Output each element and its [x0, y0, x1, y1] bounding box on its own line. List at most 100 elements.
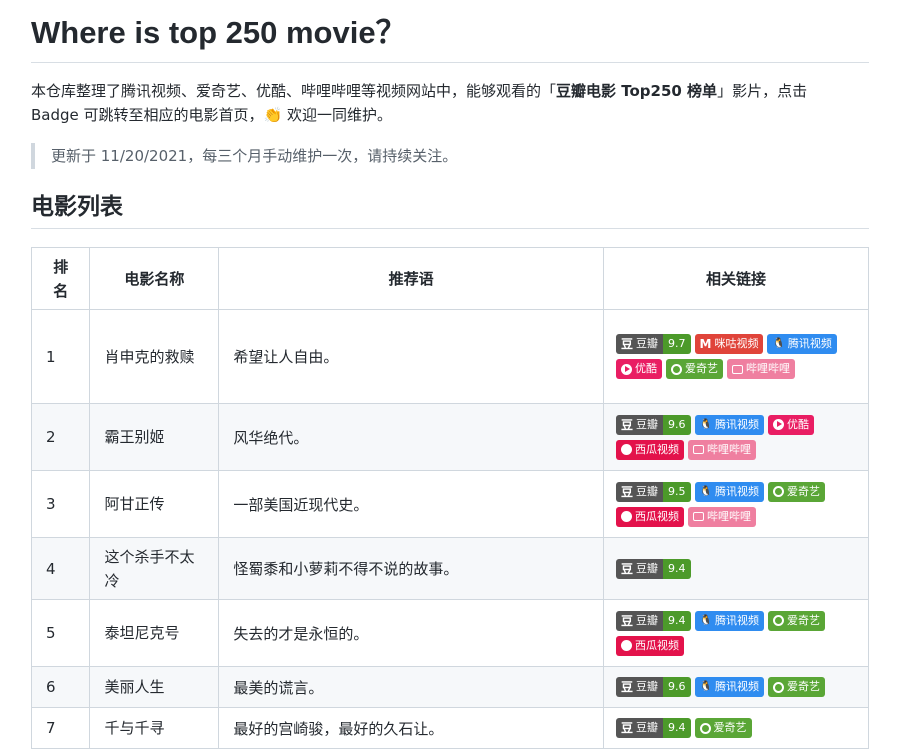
badge-text: 豆瓣: [636, 561, 658, 575]
cell-links: 豆豆瓣 9.7 M 咪咕视频 🐧 腾讯视频优酷 爱奇艺 哔哩哔哩: [602, 309, 870, 404]
tencent-badge-link[interactable]: 🐧 腾讯视频: [694, 481, 764, 502]
douban-badge-link[interactable]: 豆豆瓣 9.4: [615, 558, 691, 579]
iqiyi-badge-link[interactable]: 爱奇艺: [767, 677, 825, 697]
cell-links: 豆豆瓣 9.4 🐧 腾讯视频 爱奇艺西瓜视频: [602, 599, 870, 667]
cell-movie-name: 泰坦尼克号: [89, 599, 220, 667]
cell-recommendation: 最美的谎言。: [218, 666, 604, 708]
badge-text: 腾讯视频: [787, 337, 832, 350]
badge-label: 🐧 腾讯视频: [767, 334, 837, 354]
cell-links: 豆豆瓣 9.6 🐧 腾讯视频 爱奇艺: [602, 666, 870, 708]
badge-text: 爱奇艺: [684, 362, 718, 375]
badge-list: 豆豆瓣 9.4 🐧 腾讯视频 爱奇艺西瓜视频: [615, 610, 856, 656]
cell-movie-name: 这个杀手不太冷: [89, 537, 220, 600]
badge-label: 爱奇艺: [694, 718, 752, 738]
cell-links: 豆豆瓣 9.5 🐧 腾讯视频 爱奇艺 西瓜视频 哔哩哔哩: [602, 470, 870, 538]
badge-text: 优酷: [786, 417, 809, 431]
douban-score: 9.6: [663, 677, 691, 697]
badge-list: 豆豆瓣 9.6 🐧 腾讯视频 优酷西瓜视频 哔哩哔哩: [615, 414, 856, 460]
cell-movie-name: 阿甘正传: [89, 470, 220, 538]
header-rank-label: 排名: [53, 257, 69, 300]
badge-text: 腾讯视频: [714, 680, 759, 693]
watermelon-icon: [620, 511, 632, 522]
dou-glyph-icon: 豆: [620, 337, 633, 351]
bilibili-badge-link[interactable]: 哔哩哔哩: [687, 506, 756, 527]
badge-text: 豆瓣: [636, 680, 658, 693]
cell-recommendation: 一部美国近现代史。: [218, 470, 604, 538]
dou-glyph-icon: 豆: [620, 613, 633, 628]
badge-label: 哔哩哔哩: [687, 439, 756, 460]
badge-label: 豆豆瓣: [615, 610, 663, 631]
iqiyi-badge-link[interactable]: 爱奇艺: [665, 359, 723, 379]
badge-label: 🐧 腾讯视频: [694, 481, 764, 502]
badge-label: 西瓜视频: [615, 439, 684, 460]
tv-icon: [731, 364, 743, 374]
badge-text: 优酷: [634, 362, 657, 375]
xigua-badge-link[interactable]: 西瓜视频: [615, 635, 684, 656]
badge-label: 爱奇艺: [767, 610, 825, 631]
bilibili-badge-link[interactable]: 哔哩哔哩: [726, 359, 795, 379]
badge-text: 爱奇艺: [713, 721, 747, 734]
tencent-badge-link[interactable]: 🐧 腾讯视频: [694, 610, 764, 631]
badge-text: 咪咕视频: [714, 337, 759, 350]
badge-label: 豆豆瓣: [615, 414, 663, 435]
intro-text-4: 欢迎一同维护。: [282, 106, 392, 124]
tencent-badge-link[interactable]: 🐧 腾讯视频: [767, 334, 837, 354]
cell-links: 豆豆瓣 9.4 爱奇艺: [602, 707, 870, 749]
cell-rank: 5: [30, 599, 91, 667]
douban-badge-link[interactable]: 豆豆瓣 9.6: [615, 414, 691, 435]
tencent-badge-link[interactable]: 🐧 腾讯视频: [694, 677, 764, 697]
play-circle-icon: [620, 363, 632, 375]
douban-badge-link[interactable]: 豆豆瓣 9.6: [615, 677, 691, 697]
dou-glyph-icon: 豆: [620, 561, 633, 576]
watermelon-icon: [620, 640, 632, 651]
badge-text: 腾讯视频: [714, 484, 759, 498]
table-body: 1 肖申克的救赎 希望让人自由。豆豆瓣 9.7 M 咪咕视频 🐧 腾讯视频 优酷 爱奇艺 哔哩哔哩 2…: [30, 309, 870, 749]
badge-label: 🐧 腾讯视频: [694, 414, 764, 435]
badge-label: 豆豆瓣: [615, 334, 663, 354]
badge-text: 豆瓣: [636, 484, 658, 498]
iqiyi-q-icon: [670, 363, 682, 375]
iqiyi-q-icon: [772, 681, 784, 693]
cell-movie-name: 霸王别姬: [89, 403, 220, 471]
badge-label: 豆豆瓣: [615, 481, 663, 502]
migu-badge-link[interactable]: M 咪咕视频: [694, 334, 764, 354]
header-quote: 推荐语: [218, 247, 604, 310]
penguin-icon: 🐧: [699, 485, 712, 497]
badge-list: 豆豆瓣 9.6 🐧 腾讯视频 爱奇艺: [615, 677, 856, 697]
dou-glyph-icon: 豆: [620, 484, 633, 499]
header-rank: 排名: [30, 247, 91, 310]
xigua-badge-link[interactable]: 西瓜视频: [615, 439, 684, 460]
badge-text: 西瓜视频: [634, 442, 679, 456]
iqiyi-q-icon: [699, 722, 711, 734]
douban-score: 9.4: [663, 558, 691, 579]
badge-label: 豆豆瓣: [615, 558, 663, 579]
iqiyi-badge-link[interactable]: 爱奇艺: [767, 610, 825, 631]
badge-text: 豆瓣: [636, 417, 658, 431]
table-header-row: 排名 电影名称 推荐语 相关链接: [30, 247, 870, 310]
cell-recommendation: 希望让人自由。: [218, 309, 604, 404]
cell-links: 豆豆瓣 9.4: [602, 537, 870, 600]
douban-badge-link[interactable]: 豆豆瓣 9.5: [615, 481, 691, 502]
title-divider: [31, 62, 869, 63]
badge-text: 豆瓣: [636, 337, 658, 350]
xigua-badge-link[interactable]: 西瓜视频: [615, 506, 684, 527]
cell-links: 豆豆瓣 9.6 🐧 腾讯视频 优酷西瓜视频 哔哩哔哩: [602, 403, 870, 471]
iqiyi-badge-link[interactable]: 爱奇艺: [694, 718, 752, 738]
badge-label: 哔哩哔哩: [726, 359, 795, 379]
tencent-badge-link[interactable]: 🐧 腾讯视频: [694, 414, 764, 435]
douban-badge-link[interactable]: 豆豆瓣 9.7: [615, 334, 691, 354]
youku-badge-link[interactable]: 优酷: [615, 359, 662, 379]
douban-badge-link[interactable]: 豆豆瓣 9.4: [615, 610, 691, 631]
douban-badge-link[interactable]: 豆豆瓣 9.4: [615, 718, 691, 738]
badge-list: 豆豆瓣 9.4: [615, 558, 856, 579]
cell-movie-name: 美丽人生: [89, 666, 220, 708]
cell-movie-name: 肖申克的救赎: [89, 309, 220, 404]
intro-text-3: Badge 可跳转至相应的电影首页，: [31, 106, 264, 124]
badge-label: 🐧 腾讯视频: [694, 677, 764, 697]
iqiyi-badge-link[interactable]: 爱奇艺: [767, 481, 825, 502]
header-links: 相关链接: [602, 247, 870, 310]
bilibili-badge-link[interactable]: 哔哩哔哩: [687, 439, 756, 460]
badge-text: 西瓜视频: [634, 509, 679, 523]
badge-label: 豆豆瓣: [615, 677, 663, 697]
youku-badge-link[interactable]: 优酷: [767, 414, 814, 435]
